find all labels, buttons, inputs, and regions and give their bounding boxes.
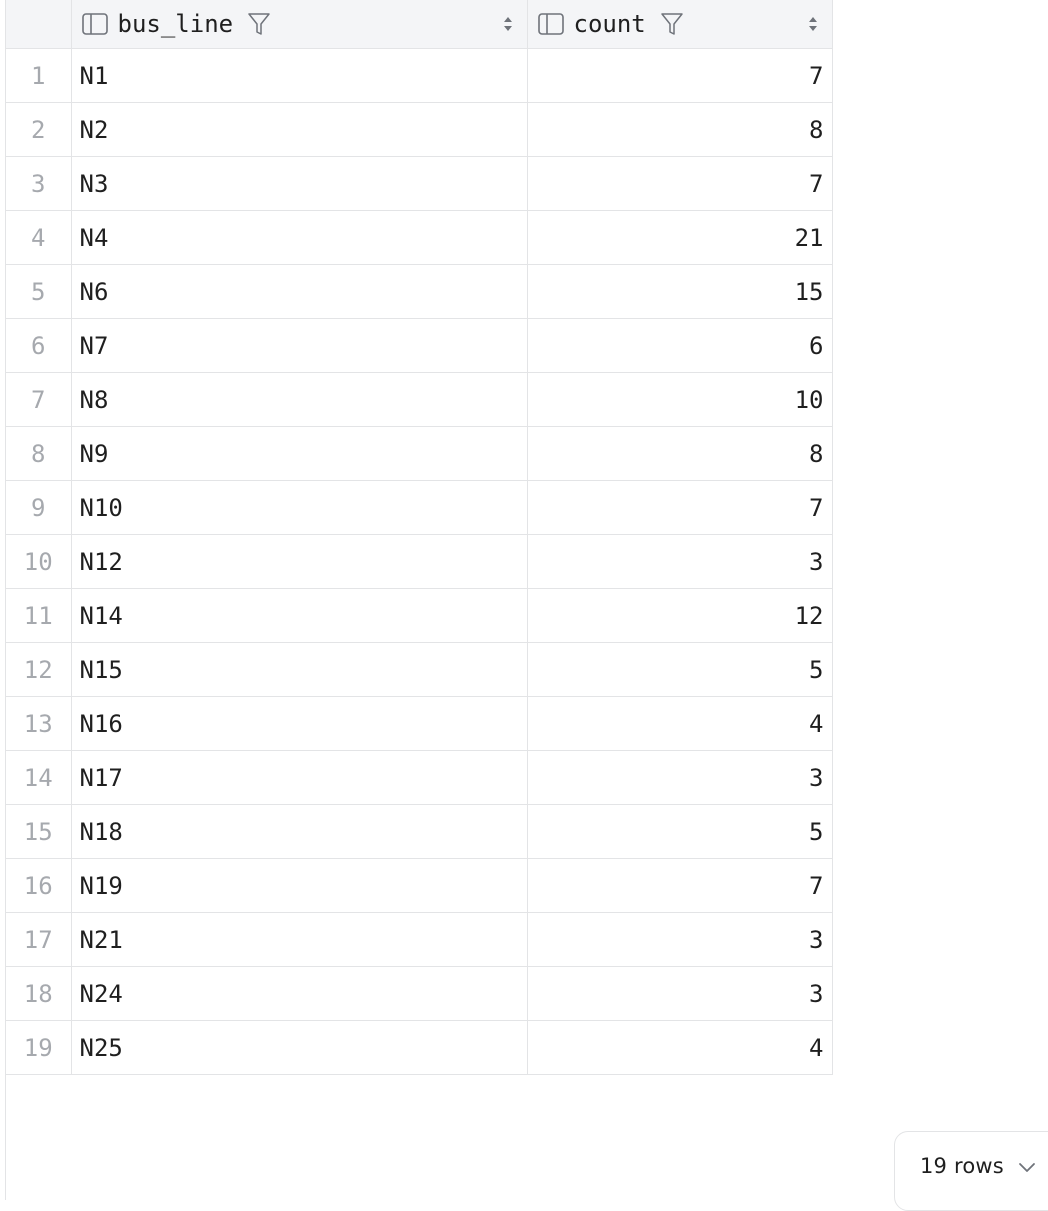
row-number: 3 <box>6 156 72 211</box>
table-row[interactable]: 11 N14 12 <box>6 588 833 643</box>
cell-count[interactable]: 12 <box>527 588 833 643</box>
cell-count[interactable]: 7 <box>527 858 833 913</box>
cell-bus-line[interactable]: N16 <box>71 696 528 751</box>
row-number: 5 <box>6 264 72 319</box>
row-number: 15 <box>6 804 72 859</box>
table-row[interactable]: 16 N19 7 <box>6 858 833 913</box>
cell-bus-line[interactable]: N9 <box>71 426 528 481</box>
table-row[interactable]: 7 N8 10 <box>6 372 833 427</box>
column-header-label: bus_line <box>117 10 234 38</box>
cell-bus-line[interactable]: N4 <box>71 210 528 265</box>
table-row[interactable]: 12 N15 5 <box>6 642 833 697</box>
cell-count[interactable]: 7 <box>527 156 833 211</box>
table-row[interactable]: 6 N7 6 <box>6 318 833 373</box>
cell-bus-line[interactable]: N8 <box>71 372 528 427</box>
table-row[interactable]: 5 N6 15 <box>6 264 833 319</box>
table-row[interactable]: 1 N1 7 <box>6 48 833 103</box>
table-row[interactable]: 17 N21 3 <box>6 912 833 967</box>
cell-count[interactable]: 3 <box>527 750 833 805</box>
row-number: 18 <box>6 966 72 1021</box>
cell-count[interactable]: 6 <box>527 318 833 373</box>
column-header-bus-line[interactable]: bus_line <box>71 0 528 49</box>
row-count-dropdown[interactable]: 19 rows <box>894 1131 1048 1211</box>
column-icon <box>537 13 564 35</box>
cell-bus-line[interactable]: N25 <box>71 1020 528 1075</box>
cell-count[interactable]: 3 <box>527 966 833 1021</box>
filter-icon[interactable] <box>247 12 271 36</box>
row-number: 16 <box>6 858 72 913</box>
sort-icon[interactable] <box>806 14 820 34</box>
table-row[interactable]: 10 N12 3 <box>6 534 833 589</box>
cell-count[interactable]: 15 <box>527 264 833 319</box>
cell-count[interactable]: 7 <box>527 480 833 535</box>
row-number: 2 <box>6 102 72 157</box>
row-number: 19 <box>6 1020 72 1075</box>
row-number: 13 <box>6 696 72 751</box>
row-number: 12 <box>6 642 72 697</box>
cell-bus-line[interactable]: N15 <box>71 642 528 697</box>
cell-bus-line[interactable]: N24 <box>71 966 528 1021</box>
result-table: bus_line count 1 N1 7 2 N2 8 3 N3 7 4 N4… <box>6 0 833 1075</box>
table-row[interactable]: 3 N3 7 <box>6 156 833 211</box>
cell-count[interactable]: 8 <box>527 426 833 481</box>
table-row[interactable]: 13 N16 4 <box>6 696 833 751</box>
filter-icon[interactable] <box>660 12 684 36</box>
row-count-label: 19 rows <box>920 1154 1004 1178</box>
table-row[interactable]: 2 N2 8 <box>6 102 833 157</box>
column-header-label: count <box>573 10 646 38</box>
row-number: 9 <box>6 480 72 535</box>
chevron-down-icon <box>1019 1163 1035 1172</box>
column-icon <box>81 13 108 35</box>
cell-count[interactable]: 3 <box>527 534 833 589</box>
cell-count[interactable]: 7 <box>527 48 833 103</box>
cell-bus-line[interactable]: N19 <box>71 858 528 913</box>
cell-count[interactable]: 4 <box>527 1020 833 1075</box>
table-row[interactable]: 14 N17 3 <box>6 750 833 805</box>
header-row: bus_line count <box>6 0 833 49</box>
table-row[interactable]: 18 N24 3 <box>6 966 833 1021</box>
row-number: 4 <box>6 210 72 265</box>
cell-bus-line[interactable]: N7 <box>71 318 528 373</box>
cell-count[interactable]: 10 <box>527 372 833 427</box>
cell-bus-line[interactable]: N3 <box>71 156 528 211</box>
cell-bus-line[interactable]: N18 <box>71 804 528 859</box>
cell-count[interactable]: 4 <box>527 696 833 751</box>
cell-count[interactable]: 21 <box>527 210 833 265</box>
row-number: 10 <box>6 534 72 589</box>
cell-count[interactable]: 8 <box>527 102 833 157</box>
row-number: 6 <box>6 318 72 373</box>
sort-icon[interactable] <box>501 14 515 34</box>
cell-bus-line[interactable]: N6 <box>71 264 528 319</box>
table-row[interactable]: 19 N25 4 <box>6 1020 833 1075</box>
cell-count[interactable]: 5 <box>527 804 833 859</box>
table-row[interactable]: 15 N18 5 <box>6 804 833 859</box>
row-number: 14 <box>6 750 72 805</box>
cell-count[interactable]: 5 <box>527 642 833 697</box>
cell-bus-line[interactable]: N17 <box>71 750 528 805</box>
row-number: 7 <box>6 372 72 427</box>
cell-bus-line[interactable]: N2 <box>71 102 528 157</box>
cell-count[interactable]: 3 <box>527 912 833 967</box>
cell-bus-line[interactable]: N10 <box>71 480 528 535</box>
table-row[interactable]: 4 N4 21 <box>6 210 833 265</box>
table-row[interactable]: 9 N10 7 <box>6 480 833 535</box>
row-number-header <box>6 0 72 49</box>
cell-bus-line[interactable]: N14 <box>71 588 528 643</box>
row-number: 11 <box>6 588 72 643</box>
column-header-count[interactable]: count <box>527 0 833 49</box>
cell-bus-line[interactable]: N21 <box>71 912 528 967</box>
cell-bus-line[interactable]: N1 <box>71 48 528 103</box>
row-number: 1 <box>6 48 72 103</box>
table-row[interactable]: 8 N9 8 <box>6 426 833 481</box>
result-grid: bus_line count 1 N1 7 2 N2 8 3 N3 7 4 N4… <box>5 0 833 1200</box>
cell-bus-line[interactable]: N12 <box>71 534 528 589</box>
row-number: 8 <box>6 426 72 481</box>
row-number: 17 <box>6 912 72 967</box>
